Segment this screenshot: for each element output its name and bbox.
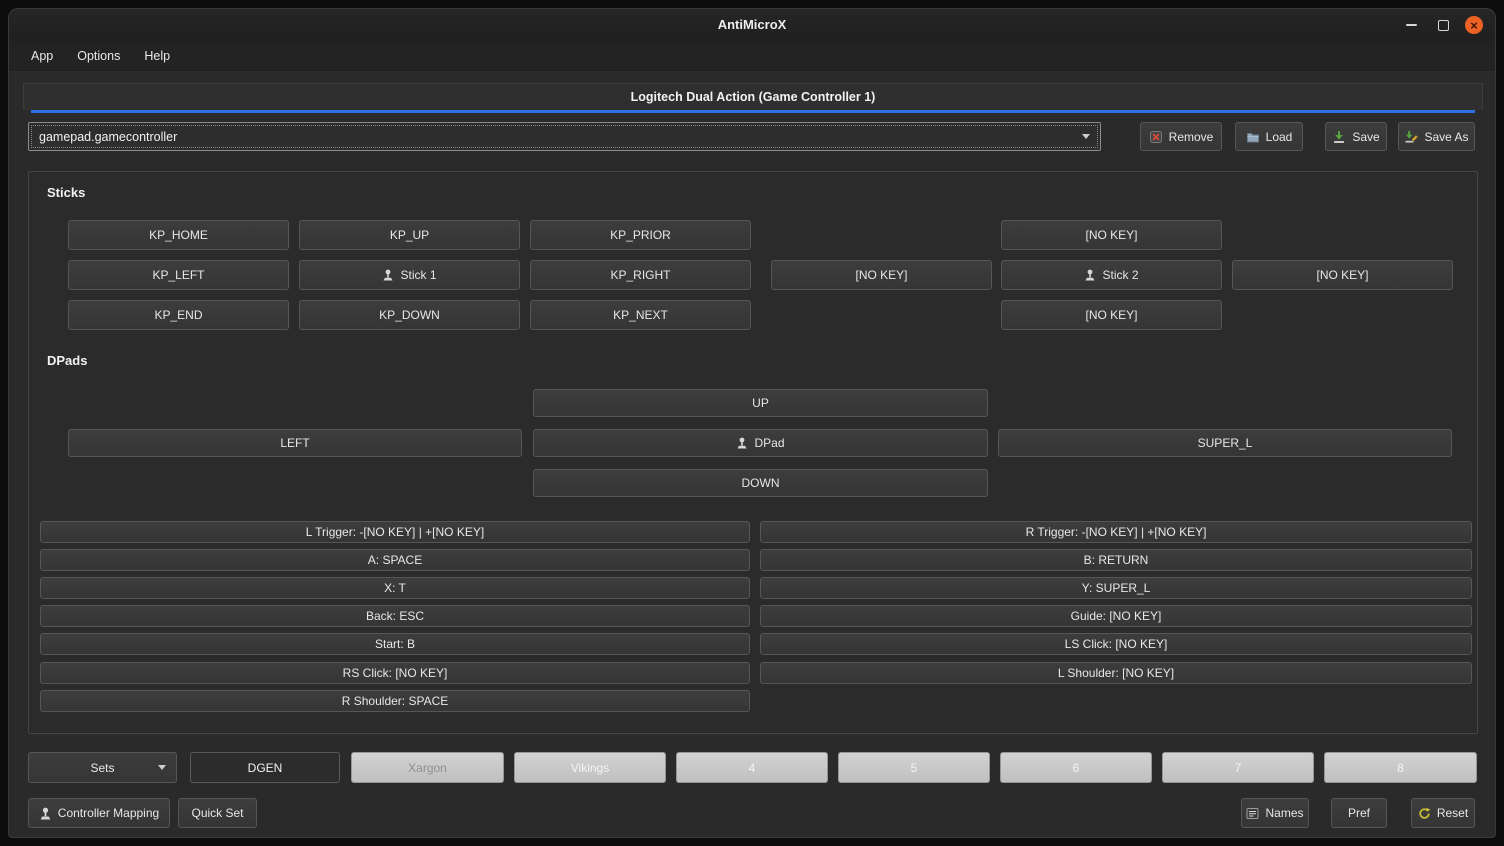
stick2-label: Stick 2: [1102, 268, 1138, 282]
stick1-down-left-button[interactable]: KP_END: [68, 300, 289, 330]
maximize-button[interactable]: [1433, 15, 1453, 35]
remove-button-label: Remove: [1169, 130, 1214, 144]
dropdown-arrow-icon: [1082, 134, 1090, 139]
reset-icon: [1418, 807, 1431, 820]
sticks-section-label: Sticks: [47, 185, 85, 200]
set-tab-7[interactable]: 7: [1162, 752, 1314, 783]
joystick-icon: [39, 807, 52, 820]
app-window: AntiMicroX × App Options Help Logitech D…: [8, 8, 1496, 838]
minimize-icon: [1406, 24, 1417, 26]
quick-set-button[interactable]: Quick Set: [178, 798, 257, 828]
close-button[interactable]: ×: [1465, 16, 1483, 34]
stick1-right-button[interactable]: KP_RIGHT: [530, 260, 751, 290]
stick2-left-button[interactable]: [NO KEY]: [771, 260, 992, 290]
load-button-label: Load: [1266, 130, 1293, 144]
maximize-icon: [1438, 20, 1449, 31]
r-shoulder-mapping-button[interactable]: R Shoulder: SPACE: [40, 690, 750, 712]
window-controls: ×: [1401, 9, 1483, 41]
names-icon: [1246, 807, 1259, 820]
set-tab-8[interactable]: 8: [1324, 752, 1477, 783]
save-as-button[interactable]: Save As: [1398, 122, 1475, 151]
stick1-left-button[interactable]: KP_LEFT: [68, 260, 289, 290]
minimize-button[interactable]: [1401, 15, 1421, 35]
menu-item-app[interactable]: App: [19, 44, 65, 68]
screen: AntiMicroX × App Options Help Logitech D…: [0, 0, 1504, 846]
rs-click-mapping-button[interactable]: RS Click: [NO KEY]: [40, 662, 750, 684]
set-tab-xargon[interactable]: Xargon: [351, 752, 504, 783]
set-tab-dgen[interactable]: DGEN: [190, 752, 340, 783]
save-button[interactable]: Save: [1325, 122, 1387, 151]
profile-combobox-value: gamepad.gamecontroller: [39, 130, 177, 144]
set-tab-4[interactable]: 4: [676, 752, 828, 783]
menu-item-help[interactable]: Help: [132, 44, 182, 68]
save-as-icon: [1404, 130, 1418, 144]
dpads-section-label: DPads: [47, 353, 87, 368]
stick1-down-button[interactable]: KP_DOWN: [299, 300, 520, 330]
stick2-down-button[interactable]: [NO KEY]: [1001, 300, 1222, 330]
dropdown-arrow-icon: [158, 765, 166, 770]
stick1-up-left-button[interactable]: KP_HOME: [68, 220, 289, 250]
controller-tab-label: Logitech Dual Action (Game Controller 1): [631, 90, 876, 104]
sets-dropdown[interactable]: Sets: [28, 752, 177, 783]
remove-button[interactable]: Remove: [1140, 122, 1222, 151]
dpad-down-button[interactable]: DOWN: [533, 469, 988, 497]
dpad-up-button[interactable]: UP: [533, 389, 988, 417]
set-tab-vikings[interactable]: Vikings: [514, 752, 666, 783]
titlebar[interactable]: AntiMicroX ×: [9, 9, 1495, 42]
set-tab-5[interactable]: 5: [838, 752, 990, 783]
load-button[interactable]: Load: [1235, 122, 1303, 151]
dpad-left-button[interactable]: LEFT: [68, 429, 522, 457]
close-icon: ×: [1470, 19, 1478, 32]
tab-accent-underline: [31, 110, 1475, 113]
reset-button[interactable]: Reset: [1411, 798, 1475, 828]
menu-item-options[interactable]: Options: [65, 44, 132, 68]
set-tab-6[interactable]: 6: [1000, 752, 1152, 783]
remove-icon: [1149, 130, 1163, 144]
controller-tab[interactable]: Logitech Dual Action (Game Controller 1): [23, 83, 1483, 110]
sets-dropdown-label: Sets: [90, 761, 114, 775]
l-trigger-mapping-button[interactable]: L Trigger: -[NO KEY] | +[NO KEY]: [40, 521, 750, 543]
stick1-up-button[interactable]: KP_UP: [299, 220, 520, 250]
b-mapping-button[interactable]: B: RETURN: [760, 549, 1472, 571]
stick2-up-button[interactable]: [NO KEY]: [1001, 220, 1222, 250]
save-button-label: Save: [1352, 130, 1379, 144]
load-icon: [1246, 130, 1260, 144]
start-mapping-button[interactable]: Start: B: [40, 633, 750, 655]
profile-combobox[interactable]: gamepad.gamecontroller: [28, 122, 1101, 151]
menubar: App Options Help: [9, 41, 1495, 71]
joystick-icon: [1084, 269, 1096, 281]
stick2-center-button[interactable]: Stick 2: [1001, 260, 1222, 290]
back-mapping-button[interactable]: Back: ESC: [40, 605, 750, 627]
joystick-icon: [736, 437, 748, 449]
l-shoulder-mapping-button[interactable]: L Shoulder: [NO KEY]: [760, 662, 1472, 684]
controller-mapping-label: Controller Mapping: [58, 806, 159, 820]
dpad-center-button[interactable]: DPad: [533, 429, 988, 457]
names-button[interactable]: Names: [1241, 798, 1309, 828]
ls-click-mapping-button[interactable]: LS Click: [NO KEY]: [760, 633, 1472, 655]
mapping-panel: Sticks KP_HOME KP_UP KP_PRIOR KP_LEFT St…: [28, 171, 1478, 734]
a-mapping-button[interactable]: A: SPACE: [40, 549, 750, 571]
controller-mapping-button[interactable]: Controller Mapping: [28, 798, 170, 828]
joystick-icon: [382, 269, 394, 281]
names-button-label: Names: [1265, 806, 1303, 820]
dpad-right-button[interactable]: SUPER_L: [998, 429, 1452, 457]
stick1-up-right-button[interactable]: KP_PRIOR: [530, 220, 751, 250]
reset-button-label: Reset: [1437, 806, 1468, 820]
save-as-button-label: Save As: [1424, 130, 1468, 144]
stick1-label: Stick 1: [400, 268, 436, 282]
stick1-center-button[interactable]: Stick 1: [299, 260, 520, 290]
x-mapping-button[interactable]: X: T: [40, 577, 750, 599]
guide-mapping-button[interactable]: Guide: [NO KEY]: [760, 605, 1472, 627]
stick1-down-right-button[interactable]: KP_NEXT: [530, 300, 751, 330]
r-trigger-mapping-button[interactable]: R Trigger: -[NO KEY] | +[NO KEY]: [760, 521, 1472, 543]
save-icon: [1332, 130, 1346, 144]
y-mapping-button[interactable]: Y: SUPER_L: [760, 577, 1472, 599]
stick2-right-button[interactable]: [NO KEY]: [1232, 260, 1453, 290]
window-title: AntiMicroX: [9, 9, 1495, 41]
dpad-label: DPad: [754, 436, 784, 450]
pref-button[interactable]: Pref: [1331, 798, 1387, 828]
